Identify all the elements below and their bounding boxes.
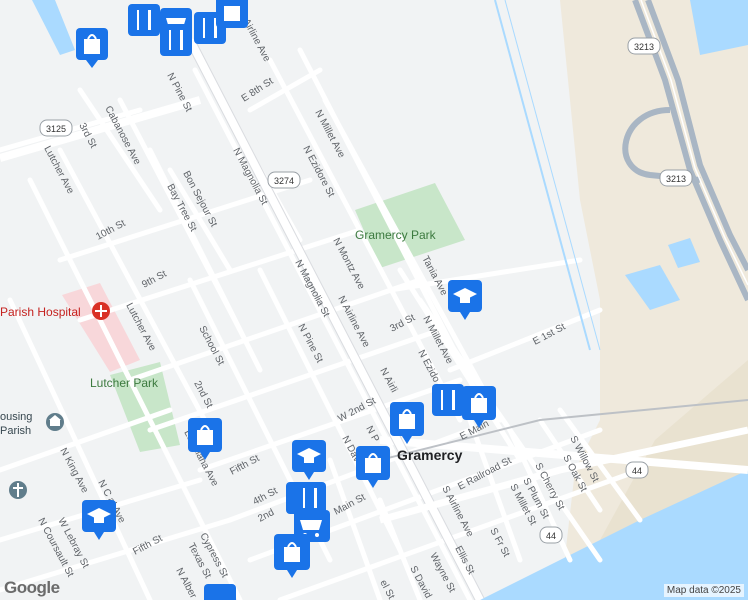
church-icon[interactable]: [9, 481, 27, 499]
shopping-bag-icon[interactable]: [216, 0, 248, 28]
map-attribution[interactable]: Map data ©2025: [663, 584, 744, 597]
housing-label-2: Parish: [0, 425, 31, 437]
restaurant-icon[interactable]: [294, 482, 326, 514]
route-shield-3125: 3125: [39, 119, 73, 137]
shield-label: 3213: [634, 42, 654, 52]
housing-label-1: ousing: [0, 411, 32, 423]
restaurant-icon[interactable]: [204, 584, 236, 600]
government-building-icon[interactable]: [46, 413, 64, 431]
restaurant-icon[interactable]: [432, 384, 464, 416]
svg-text:44: 44: [632, 466, 642, 476]
svg-text:3125: 3125: [46, 124, 66, 134]
route-shield-3213-south: 3213: [659, 169, 693, 187]
hospital-icon[interactable]: [92, 302, 110, 320]
map-canvas[interactable]: 3213 3213 3125 3274 44 44 Gramercy Park …: [0, 0, 748, 600]
route-shield-44-east: 44: [625, 461, 649, 479]
map-svg: 3213 3213 3125 3274 44 44 Gramercy Park …: [0, 0, 748, 600]
gramercy-park-label: Gramercy Park: [355, 228, 437, 242]
route-shield-3274: 3274: [267, 171, 301, 189]
restaurant-icon[interactable]: [160, 24, 192, 56]
google-logo: Google: [4, 578, 60, 597]
hospital-label: Parish Hospital: [0, 305, 81, 319]
svg-text:3274: 3274: [274, 176, 294, 186]
pond-ne: [690, 0, 748, 55]
route-shield-44-south: 44: [539, 526, 563, 544]
svg-text:3213: 3213: [666, 174, 686, 184]
route-shield-3213-north: 3213: [627, 37, 661, 55]
restaurant-icon[interactable]: [128, 4, 160, 36]
svg-text:44: 44: [546, 531, 556, 541]
gramercy-town-label: Gramercy: [397, 447, 463, 463]
lutcher-park-label: Lutcher Park: [90, 376, 159, 390]
